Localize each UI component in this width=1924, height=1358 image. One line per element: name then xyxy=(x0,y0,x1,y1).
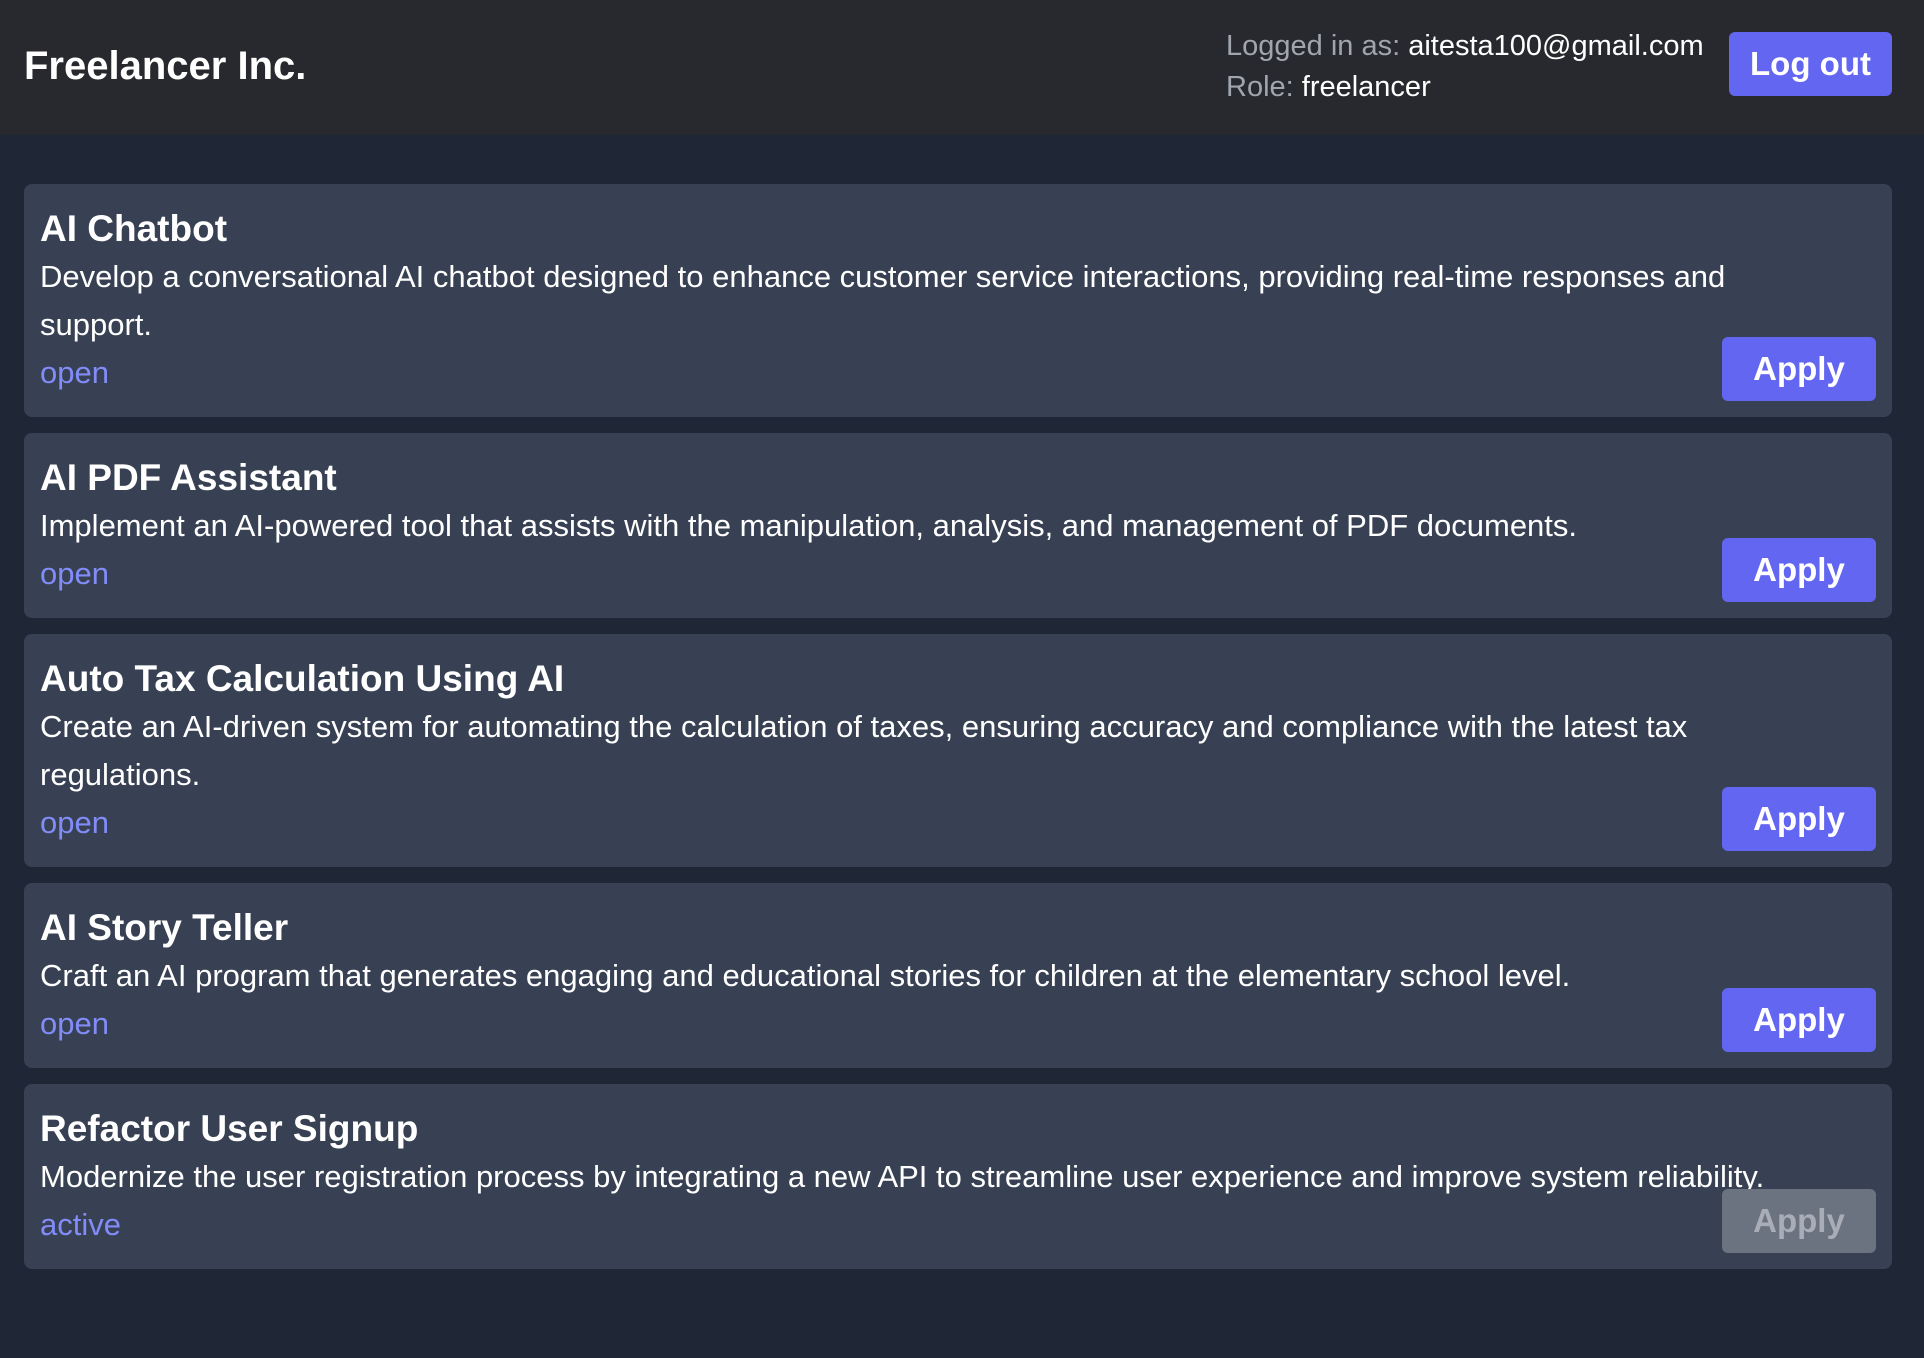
project-title: AI PDF Assistant xyxy=(40,457,337,498)
user-info: Logged in as: aitesta100@gmail.com Role:… xyxy=(1226,26,1704,108)
apply-button-disabled[interactable]: Apply xyxy=(1722,1189,1876,1253)
project-title: Refactor User Signup xyxy=(40,1108,419,1149)
project-status: open xyxy=(40,805,109,840)
apply-button[interactable]: Apply xyxy=(1722,337,1876,401)
project-status: open xyxy=(40,355,109,390)
project-status: open xyxy=(40,556,109,591)
logged-in-line: Logged in as: aitesta100@gmail.com xyxy=(1226,26,1704,67)
brand-title: Freelancer Inc. xyxy=(24,44,307,88)
project-description: Craft an AI program that generates engag… xyxy=(40,958,1571,993)
project-description: Develop a conversational AI chatbot desi… xyxy=(40,259,1726,342)
project-status: active xyxy=(40,1207,121,1242)
role-line: Role: freelancer xyxy=(1226,67,1704,108)
apply-button[interactable]: Apply xyxy=(1722,787,1876,851)
project-card: AI Chatbot Develop a conversational AI c… xyxy=(24,184,1892,417)
role-label: Role: xyxy=(1226,71,1294,103)
role-value: freelancer xyxy=(1301,71,1431,103)
project-card: AI Story Teller Craft an AI program that… xyxy=(24,883,1892,1068)
project-card: AI PDF Assistant Implement an AI-powered… xyxy=(24,433,1892,618)
project-description: Modernize the user registration process … xyxy=(40,1159,1765,1194)
project-card: Auto Tax Calculation Using AI Create an … xyxy=(24,634,1892,867)
apply-button[interactable]: Apply xyxy=(1722,538,1876,602)
project-description: Implement an AI-powered tool that assist… xyxy=(40,508,1578,543)
project-card: Refactor User Signup Modernize the user … xyxy=(24,1084,1892,1269)
logout-button[interactable]: Log out xyxy=(1729,32,1892,96)
project-title: Auto Tax Calculation Using AI xyxy=(40,658,565,699)
project-title: AI Chatbot xyxy=(40,208,228,249)
logged-in-label: Logged in as: xyxy=(1226,30,1401,62)
project-title: AI Story Teller xyxy=(40,907,289,948)
logged-in-email: aitesta100@gmail.com xyxy=(1408,30,1704,62)
project-list: AI Chatbot Develop a conversational AI c… xyxy=(24,184,1892,1285)
apply-button[interactable]: Apply xyxy=(1722,988,1876,1052)
top-header: Freelancer Inc. Logged in as: aitesta100… xyxy=(0,0,1924,135)
project-status: open xyxy=(40,1006,109,1041)
project-description: Create an AI-driven system for automatin… xyxy=(40,709,1688,792)
